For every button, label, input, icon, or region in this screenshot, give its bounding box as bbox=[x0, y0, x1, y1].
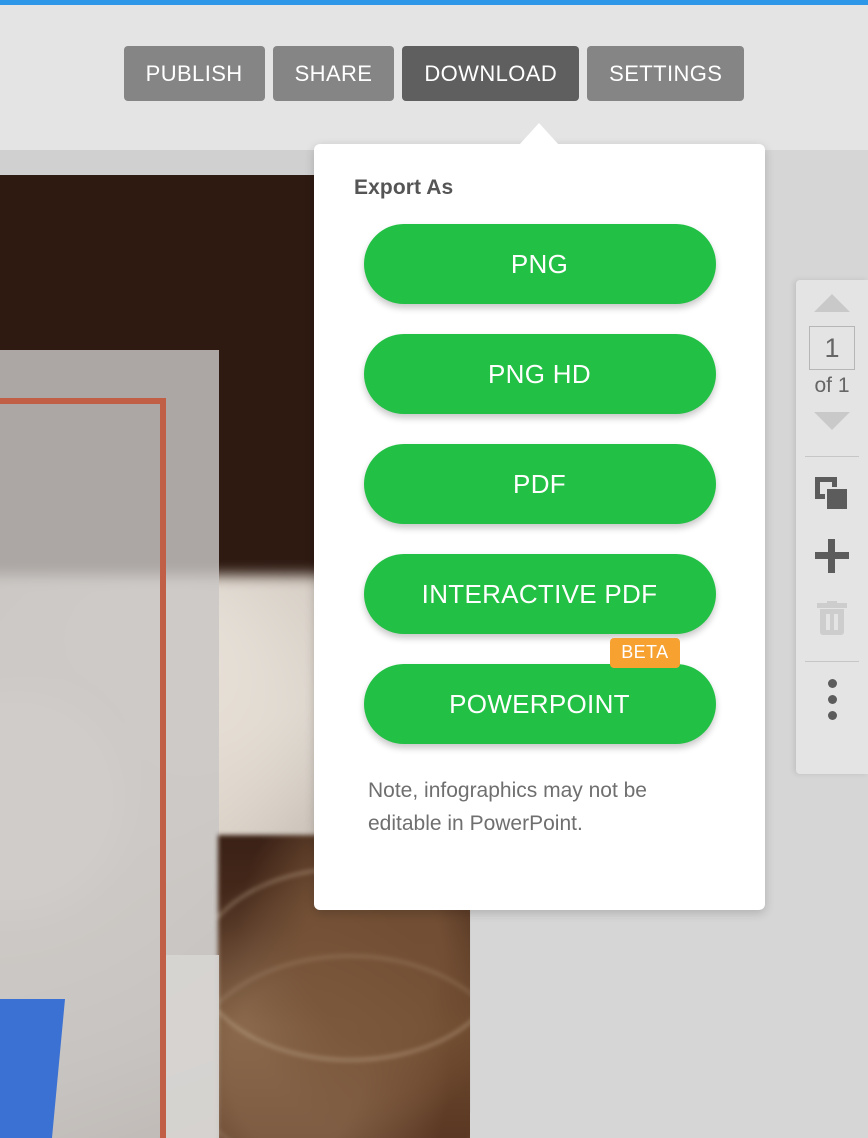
export-png-hd-button[interactable]: PNG HD bbox=[363, 334, 716, 414]
export-powerpoint-button[interactable]: POWERPOINT bbox=[363, 664, 716, 744]
dropdown-pointer bbox=[519, 123, 559, 145]
export-pdf-button[interactable]: PDF bbox=[363, 444, 716, 524]
more-options-button[interactable] bbox=[796, 668, 868, 730]
duplicate-page-button[interactable] bbox=[796, 463, 868, 525]
next-page-button[interactable] bbox=[796, 398, 868, 444]
export-option-row: BETA POWERPOINT bbox=[363, 638, 716, 744]
add-page-icon bbox=[815, 539, 849, 573]
canvas-rule-vertical bbox=[160, 398, 166, 1138]
add-page-button[interactable] bbox=[796, 525, 868, 587]
export-option-row: PNG HD bbox=[363, 334, 716, 414]
export-option-row: PNG bbox=[363, 224, 716, 304]
more-options-icon bbox=[827, 678, 837, 720]
page-tools-divider-bottom bbox=[805, 661, 859, 662]
triangle-down-icon bbox=[814, 412, 850, 430]
export-dropdown-title: Export As bbox=[354, 176, 454, 199]
export-note: Note, infographics may not be editable i… bbox=[368, 779, 647, 835]
export-interactive-pdf-button[interactable]: INTERACTIVE PDF bbox=[363, 554, 716, 634]
export-option-row: PDF bbox=[363, 444, 716, 524]
page-number-input[interactable] bbox=[809, 326, 855, 370]
delete-page-icon bbox=[817, 601, 847, 635]
share-button[interactable]: SHARE bbox=[272, 46, 395, 101]
top-toolbar: PUBLISH SHARE DOWNLOAD SETTINGS bbox=[0, 5, 868, 150]
page-tools-panel: of 1 bbox=[796, 280, 868, 774]
download-button[interactable]: DOWNLOAD bbox=[402, 46, 580, 101]
beta-badge: BETA bbox=[610, 638, 680, 668]
page-tools-divider-top bbox=[805, 456, 859, 457]
export-png-button[interactable]: PNG bbox=[363, 224, 716, 304]
canvas-rule-horizontal bbox=[0, 398, 166, 404]
publish-button[interactable]: PUBLISH bbox=[123, 46, 265, 101]
page-total-label: of 1 bbox=[814, 374, 850, 397]
export-dropdown: Export As PNG PNG HD PDF INTERACTIVE PDF… bbox=[314, 144, 765, 910]
export-option-row: INTERACTIVE PDF bbox=[363, 554, 716, 634]
export-options-list: PNG PNG HD PDF INTERACTIVE PDF BETA POWE… bbox=[314, 224, 765, 744]
settings-button[interactable]: SETTINGS bbox=[587, 46, 745, 101]
delete-page-button[interactable] bbox=[796, 587, 868, 649]
app-window: PUBLISH SHARE DOWNLOAD SETTINGS of 1 bbox=[0, 0, 868, 1138]
canvas-light-panel-secondary bbox=[166, 955, 219, 1138]
toolbar-button-group: PUBLISH SHARE DOWNLOAD SETTINGS bbox=[0, 46, 868, 101]
previous-page-button[interactable] bbox=[796, 280, 868, 326]
duplicate-page-icon bbox=[815, 477, 849, 511]
triangle-up-icon bbox=[814, 294, 850, 312]
